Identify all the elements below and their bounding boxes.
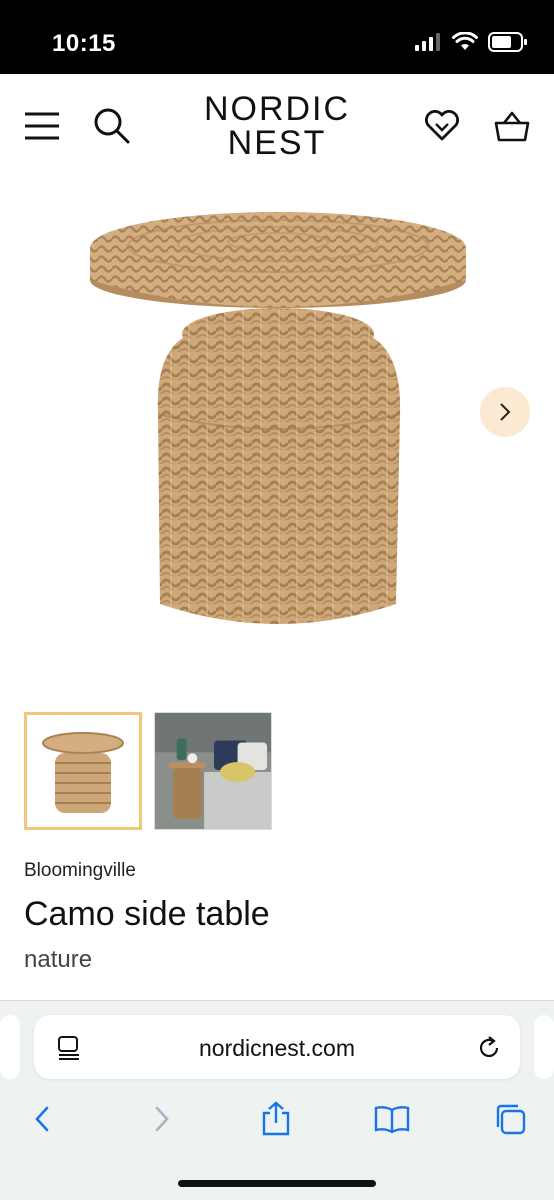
side-table-product-photo — [90, 212, 466, 624]
product-image-gallery[interactable] — [0, 184, 554, 674]
side-table-thumbnail — [42, 732, 124, 813]
product-variant: nature — [24, 946, 93, 973]
share-icon — [262, 1101, 290, 1136]
battery-icon — [488, 32, 527, 52]
logo-line-1: NORDIC — [203, 90, 351, 128]
share-button[interactable] — [254, 1097, 298, 1141]
browser-toolbar: nordicnest.com — [0, 1000, 554, 1200]
status-time: 10:15 — [52, 30, 116, 57]
bookmarks-button[interactable] — [370, 1097, 414, 1141]
product-title: Camo side table — [24, 895, 270, 933]
bookmarks-icon — [374, 1106, 410, 1134]
reload-icon — [479, 1036, 499, 1057]
reload-button[interactable] — [474, 1033, 504, 1063]
chevron-right-icon — [500, 403, 511, 421]
cellular-signal-icon — [415, 33, 440, 51]
address-bar[interactable]: nordicnest.com — [34, 1015, 520, 1079]
home-indicator[interactable] — [178, 1180, 376, 1187]
thumbnail-strip — [24, 712, 272, 830]
thumbnail-2[interactable] — [154, 712, 272, 830]
back-button[interactable] — [20, 1097, 64, 1141]
url-text: nordicnest.com — [199, 1035, 355, 1061]
back-icon — [35, 1106, 49, 1132]
next-image-button[interactable] — [480, 387, 530, 437]
site-header: NORDIC NEST — [0, 74, 554, 184]
wishlist-button[interactable] — [420, 104, 464, 148]
next-tab-preview[interactable] — [534, 1015, 554, 1079]
product-brand[interactable]: Bloomingville — [24, 860, 136, 882]
forward-button[interactable] — [140, 1097, 184, 1141]
basket-button[interactable] — [490, 104, 534, 148]
thumbnail-1[interactable] — [24, 712, 142, 830]
site-logo[interactable]: NORDIC NEST — [0, 92, 554, 160]
logo-line-2: NEST — [227, 124, 327, 162]
status-bar: 10:15 — [0, 0, 554, 74]
status-icons — [414, 32, 528, 52]
tabs-icon — [496, 1104, 526, 1135]
previous-tab-preview[interactable] — [0, 1015, 20, 1079]
forward-icon — [155, 1106, 169, 1132]
wifi-icon — [452, 32, 478, 50]
tabs-button[interactable] — [488, 1097, 532, 1141]
wishlist-heart-icon — [425, 110, 459, 141]
basket-icon — [494, 111, 530, 142]
side-table-room-thumbnail — [155, 713, 271, 829]
